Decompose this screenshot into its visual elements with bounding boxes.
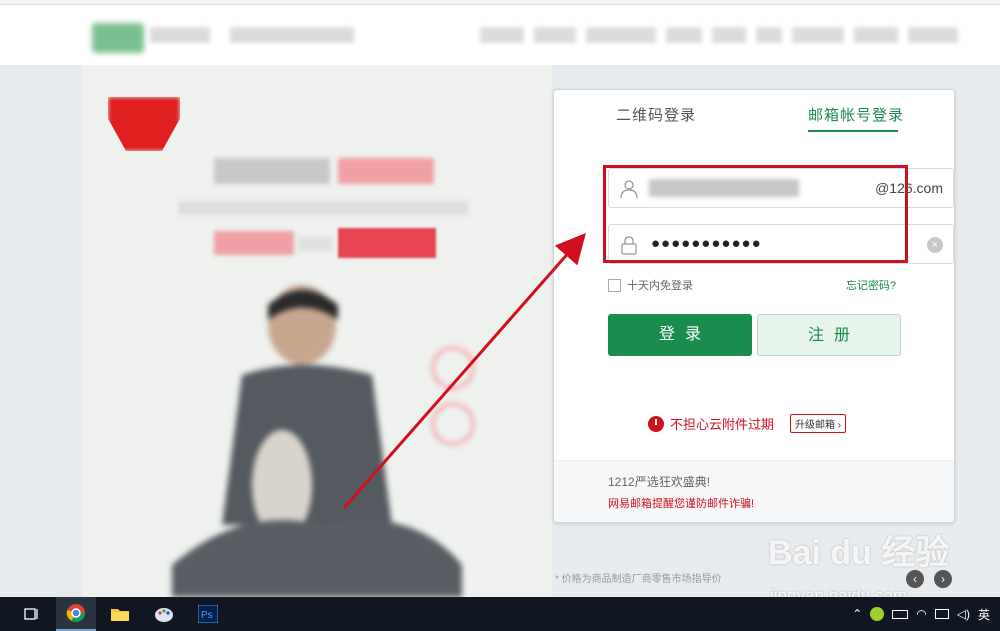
attachment-notice: 不担心云附件过期 升级邮箱 ›	[648, 414, 847, 433]
input-language-indicator[interactable]: 英	[978, 606, 990, 623]
clear-icon[interactable]: ×	[927, 237, 943, 253]
promo-banner[interactable]	[82, 65, 552, 597]
remember-me[interactable]: 十天内免登录	[608, 277, 693, 293]
svg-text:Ps: Ps	[201, 610, 213, 621]
active-tab-indicator	[808, 130, 898, 132]
promo-old-price	[298, 237, 332, 251]
promo-buy-button[interactable]	[338, 228, 436, 258]
register-button[interactable]: 注册	[757, 314, 901, 356]
system-tray: ⌃ ◠ ◁) 英	[852, 597, 1000, 631]
tab-qr-login[interactable]: 二维码登录	[616, 104, 696, 125]
clock-icon	[648, 415, 664, 432]
blurred-nav-link[interactable]	[908, 27, 958, 43]
forgot-password-link[interactable]: 忘记密码?	[846, 277, 896, 293]
promo-headline	[214, 158, 330, 184]
paint-icon[interactable]	[144, 597, 184, 631]
blurred-nav-link[interactable]	[756, 27, 782, 43]
wifi-icon[interactable]: ◠	[916, 607, 926, 621]
tab-email-login[interactable]: 邮箱帐号登录	[808, 104, 904, 125]
panel-footer: 1212严选狂欢盛典! 网易邮箱提醒您谨防邮件诈骗!	[554, 460, 954, 522]
blurred-header-text	[150, 27, 210, 43]
blurred-nav-link[interactable]	[534, 27, 576, 43]
blurred-header-text	[230, 27, 354, 43]
price-disclaimer: * 价格为商品制造厂商零售市场指导价	[555, 574, 722, 585]
blurred-nav-link[interactable]	[586, 27, 656, 43]
blurred-nav-link[interactable]	[792, 27, 844, 43]
site-logo[interactable]	[92, 23, 144, 53]
taskbar: Ps ⌃ ◠ ◁) 英	[0, 597, 1000, 631]
task-view-icon[interactable]	[12, 597, 52, 631]
site-header	[0, 5, 1000, 65]
chevron-up-icon[interactable]: ⌃	[852, 607, 862, 621]
promo-model-image	[172, 285, 462, 597]
photoshop-icon[interactable]: Ps	[188, 597, 228, 631]
promo-headline-highlight	[338, 158, 434, 184]
volume-icon[interactable]: ◁)	[957, 607, 970, 621]
upgrade-mailbox-button[interactable]: 升级邮箱 ›	[790, 414, 847, 433]
file-explorer-icon[interactable]	[100, 597, 140, 631]
annotation-highlight-box	[603, 165, 908, 263]
blurred-nav-link[interactable]	[712, 27, 746, 43]
blurred-nav-link[interactable]	[854, 27, 898, 43]
security-icon[interactable]	[870, 607, 885, 621]
notice-text: 不担心云附件过期	[670, 417, 775, 432]
login-button[interactable]: 登录	[608, 314, 752, 356]
promo-price	[214, 231, 294, 255]
chrome-icon[interactable]	[56, 597, 96, 631]
promo-subtitle	[178, 201, 468, 215]
watermark-logo: Bai du 经验	[768, 534, 950, 572]
network-icon[interactable]	[934, 609, 949, 619]
promo-logo	[108, 97, 180, 151]
fraud-warning[interactable]: 网易邮箱提醒您谨防邮件诈骗!	[608, 495, 754, 511]
blurred-nav-link[interactable]	[666, 27, 702, 43]
promo-link[interactable]: 1212严选狂欢盛典!	[608, 473, 710, 490]
remember-checkbox[interactable]	[608, 278, 621, 292]
battery-icon[interactable]	[892, 609, 909, 619]
remember-label: 十天内免登录	[627, 280, 693, 292]
login-panel: 二维码登录 邮箱帐号登录 @126.com ●●●●●●●●●●● × 十天内免…	[553, 89, 955, 523]
blurred-nav-link[interactable]	[480, 27, 524, 43]
